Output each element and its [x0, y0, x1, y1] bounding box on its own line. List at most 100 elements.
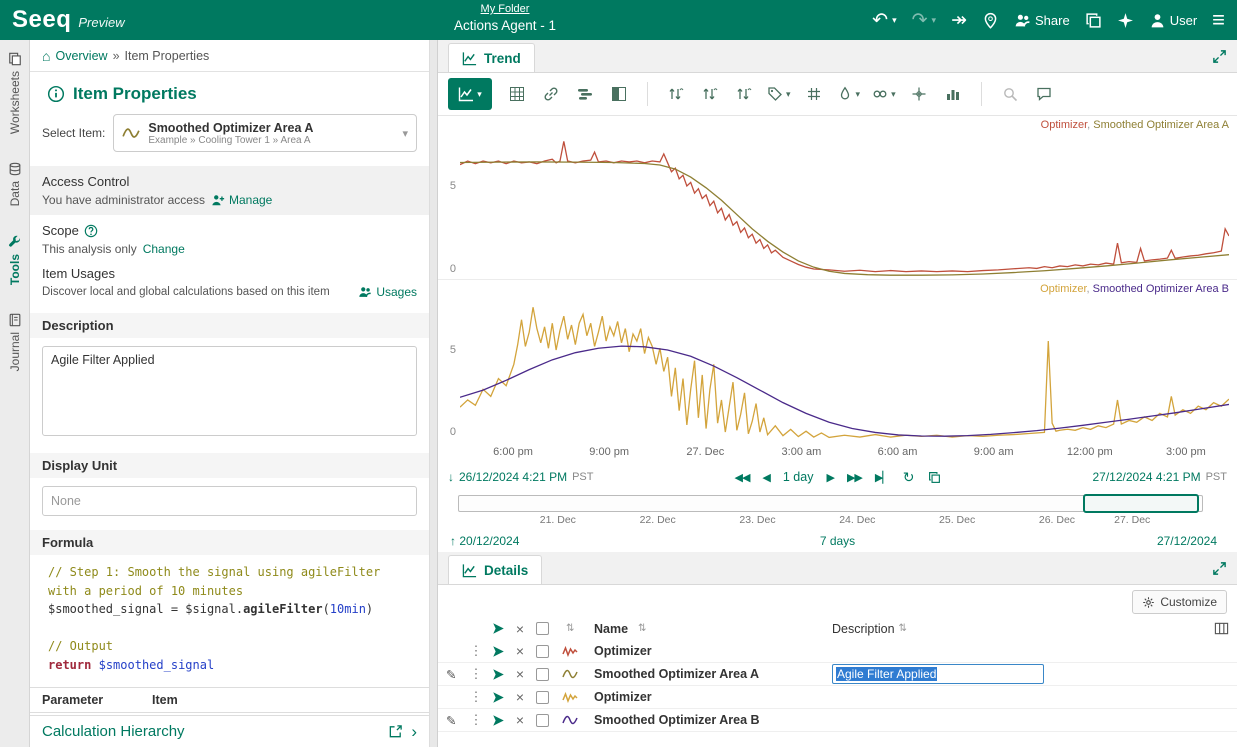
navigate-to-item-icon[interactable]: [486, 686, 510, 708]
tab-trend[interactable]: Trend: [448, 43, 535, 72]
gridlines-button[interactable]: [799, 78, 829, 110]
row-checkbox[interactable]: [530, 640, 554, 662]
timebar-resize-icon[interactable]: [1211, 497, 1226, 512]
separate-axes-button[interactable]: [695, 78, 725, 110]
capsule-time-button[interactable]: [570, 78, 600, 110]
row-menu-icon[interactable]: ⋮: [466, 709, 486, 731]
formula-code[interactable]: // Step 1: Smooth the signal using agile…: [30, 555, 429, 683]
remove-item-icon[interactable]: ×: [510, 686, 530, 708]
user-menu-button[interactable]: User: [1149, 12, 1197, 29]
timebar-track[interactable]: [458, 495, 1203, 512]
row-checkbox[interactable]: [530, 686, 554, 708]
home-icon[interactable]: ⌂: [42, 48, 50, 64]
caret-down-icon[interactable]: ▾: [856, 89, 861, 100]
description-textarea[interactable]: Agile Filter Applied: [42, 346, 417, 436]
table-row[interactable]: ✎ ⋮ × Smoothed Optimizer Area B: [438, 709, 1237, 732]
trend-chart-area[interactable]: Optimizer, Smoothed Optimizer Area A 05 …: [438, 116, 1237, 464]
item-description-cell[interactable]: [832, 686, 1229, 708]
redo-button[interactable]: ↷▾: [912, 11, 936, 30]
item-description-cell[interactable]: Agile Filter Applied: [832, 663, 1229, 685]
auto-update-icon[interactable]: ↻: [903, 469, 915, 486]
sidebar-item-journal[interactable]: Journal: [8, 313, 22, 371]
name-column-header[interactable]: Name⇅: [594, 617, 832, 640]
sort-name-icon[interactable]: ⇅: [638, 623, 646, 634]
caret-down-icon[interactable]: ▾: [891, 89, 896, 100]
sidebar-item-worksheets[interactable]: Worksheets: [8, 52, 22, 134]
my-folder-link[interactable]: My Folder: [454, 3, 556, 15]
calculation-hierarchy-button[interactable]: Calculation Hierarchy ›: [30, 715, 429, 747]
row-menu-icon[interactable]: ⋮: [466, 640, 486, 662]
worksheets-panel-icon[interactable]: [1085, 12, 1102, 29]
undo-button[interactable]: ↶▾: [872, 11, 896, 30]
chart-lane-2[interactable]: Optimizer, Smoothed Optimizer Area B 05: [438, 279, 1237, 442]
chart-lane-1[interactable]: Optimizer, Smoothed Optimizer Area A 05: [438, 116, 1237, 279]
capsule-grouping-button[interactable]: ▾: [868, 78, 900, 110]
navigate-column-icon[interactable]: [486, 617, 510, 640]
location-pin-icon[interactable]: [982, 12, 999, 29]
seeq-logo[interactable]: Seeq Preview: [12, 6, 125, 34]
remove-item-icon[interactable]: ×: [510, 709, 530, 731]
investigate-duration[interactable]: 7 days: [820, 534, 855, 548]
edit-description-icon[interactable]: ✎: [446, 713, 456, 728]
external-link-icon[interactable]: [388, 724, 403, 739]
display-range-selection[interactable]: [1083, 494, 1199, 513]
display-range-end[interactable]: 27/12/2024 4:21 PM: [1093, 470, 1201, 484]
remove-item-icon[interactable]: ×: [510, 663, 530, 685]
change-scope-link[interactable]: Change: [143, 242, 185, 256]
item-name[interactable]: Optimizer: [594, 686, 832, 708]
edit-description-icon[interactable]: ✎: [446, 667, 456, 682]
chevron-down-icon[interactable]: ▾: [402, 127, 408, 140]
copy-range-icon[interactable]: [928, 471, 941, 484]
item-select-dropdown[interactable]: Smoothed Optimizer Area A Example » Cool…: [113, 114, 417, 152]
display-mode-button[interactable]: ▾: [448, 78, 492, 110]
step-forward-fast-button[interactable]: ▶▶: [847, 471, 862, 484]
duration-label[interactable]: 1 day: [783, 470, 814, 484]
tab-details[interactable]: Details: [448, 555, 542, 584]
remove-item-icon[interactable]: ×: [510, 640, 530, 662]
table-view-button[interactable]: [502, 78, 532, 110]
table-row[interactable]: ⋮×Optimizer: [438, 640, 1237, 663]
question-icon[interactable]: [84, 224, 98, 238]
annotate-button[interactable]: [1029, 78, 1059, 110]
caret-down-icon[interactable]: ▾: [477, 89, 482, 100]
share-button[interactable]: Share: [1014, 12, 1070, 29]
table-row[interactable]: ✎ ⋮ × Smoothed Optimizer Area AAgile Filter…: [438, 663, 1237, 686]
row-checkbox[interactable]: [530, 709, 554, 731]
navigate-to-item-icon[interactable]: [486, 709, 510, 731]
remove-column-icon[interactable]: ×: [510, 617, 530, 640]
item-name[interactable]: Smoothed Optimizer Area A: [594, 663, 832, 685]
separate-lanes-button[interactable]: [661, 78, 691, 110]
navigate-to-item-icon[interactable]: [486, 640, 510, 662]
item-description-cell[interactable]: [832, 709, 1229, 731]
navigate-to-item-icon[interactable]: [486, 663, 510, 685]
investigate-end[interactable]: 27/12/2024: [1157, 534, 1217, 548]
description-input[interactable]: Agile Filter Applied: [832, 664, 1044, 684]
step-forward-button[interactable]: ▶: [826, 471, 833, 484]
sidebar-item-data[interactable]: Data: [8, 162, 22, 206]
row-menu-icon[interactable]: ⋮: [466, 663, 486, 685]
table-row[interactable]: ⋮×Optimizer: [438, 686, 1237, 709]
manage-access-link[interactable]: Manage: [211, 193, 272, 207]
display-range-start[interactable]: 26/12/2024 4:21 PM: [459, 470, 567, 484]
select-all-checkbox[interactable]: [530, 617, 554, 640]
expand-details-icon[interactable]: [1212, 560, 1227, 575]
item-description-cell[interactable]: [832, 640, 1229, 662]
samples-display-button[interactable]: ▾: [833, 78, 865, 110]
sort-description-icon[interactable]: ⇅: [899, 623, 907, 634]
labels-button[interactable]: ▾: [763, 78, 795, 110]
hamburger-menu-icon[interactable]: ≡: [1212, 9, 1225, 31]
usages-link[interactable]: Usages: [358, 285, 417, 299]
description-column-header[interactable]: Description⇅: [832, 617, 1203, 640]
expand-trend-icon[interactable]: [1212, 48, 1227, 63]
ai-assistant-icon[interactable]: [1117, 12, 1134, 29]
chevron-right-icon[interactable]: ›: [411, 723, 417, 740]
restore-arrow-icon[interactable]: ↠: [951, 11, 967, 30]
chain-view-button[interactable]: [536, 78, 566, 110]
cursors-button[interactable]: [904, 78, 934, 110]
chart-settings-button[interactable]: [938, 78, 968, 110]
step-back-fast-button[interactable]: ◀◀: [734, 471, 749, 484]
display-unit-input[interactable]: [42, 486, 417, 516]
item-name[interactable]: Smoothed Optimizer Area B: [594, 709, 832, 731]
step-back-button[interactable]: ◀: [762, 471, 769, 484]
caret-down-icon[interactable]: ▾: [786, 89, 791, 100]
